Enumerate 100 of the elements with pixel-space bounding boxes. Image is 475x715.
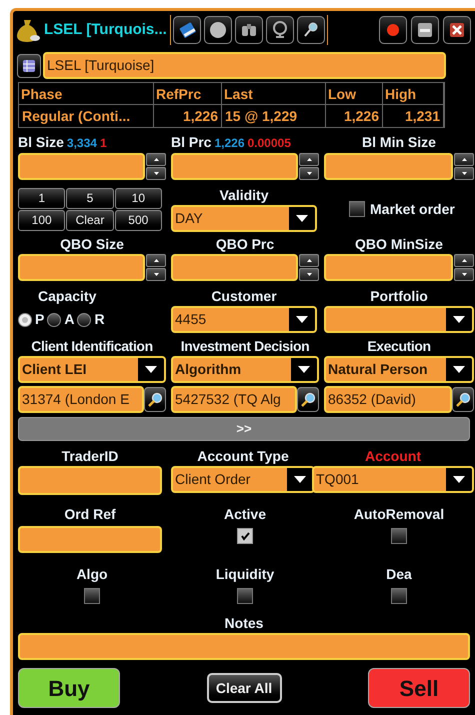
checkbox[interactable] xyxy=(349,201,365,217)
table-cell: 1,226 xyxy=(154,105,222,127)
field-label: Dea xyxy=(386,565,412,583)
radio-button[interactable]: R xyxy=(77,309,105,330)
down-arrow-icon xyxy=(462,273,466,276)
toolbar-button[interactable] xyxy=(296,16,325,44)
dropdown[interactable] xyxy=(324,306,474,333)
minimize-button[interactable] xyxy=(411,16,439,44)
spinner-up-button[interactable] xyxy=(146,153,166,166)
spinner-down-button[interactable] xyxy=(454,167,474,180)
instrument-button[interactable] xyxy=(17,54,41,78)
input-field[interactable] xyxy=(324,254,453,281)
size-button[interactable]: 500 xyxy=(114,210,162,230)
caret-icon xyxy=(294,476,306,483)
input-field[interactable] xyxy=(171,254,298,281)
up-arrow-icon xyxy=(462,259,466,262)
up-arrow-icon xyxy=(306,158,312,161)
clear-all-button[interactable]: Clear All xyxy=(206,673,282,703)
field-label: Notes xyxy=(224,614,264,632)
checkbox[interactable] xyxy=(391,588,407,604)
caret-icon xyxy=(296,215,308,222)
column-header: RefPrc xyxy=(154,83,222,105)
dropdown[interactable]: DAY xyxy=(171,205,317,232)
dropdown[interactable]: Client LEI xyxy=(18,356,166,383)
spinner-up-button[interactable] xyxy=(454,254,474,267)
spinner-down-button[interactable] xyxy=(299,167,319,180)
size-button[interactable]: 5 xyxy=(66,188,114,208)
spinner-down-button[interactable] xyxy=(146,268,166,281)
toolbar-button[interactable] xyxy=(172,16,201,44)
size-button[interactable]: 10 xyxy=(114,188,162,208)
spinner-up-button[interactable] xyxy=(454,153,474,166)
book-icon xyxy=(176,20,197,40)
checkbox[interactable] xyxy=(391,528,407,544)
radio-button[interactable]: P xyxy=(18,309,44,330)
up-arrow-icon xyxy=(306,259,312,262)
input-field[interactable] xyxy=(18,254,145,281)
spinner-down-button[interactable] xyxy=(146,167,166,180)
field-label: AutoRemoval xyxy=(354,505,444,523)
dropdown[interactable]: Client Order xyxy=(171,466,315,493)
spinner-up-button[interactable] xyxy=(299,254,319,267)
buy-button[interactable]: Buy xyxy=(18,668,120,708)
info-value: 0.00005 xyxy=(248,135,291,152)
field-label: QBO Prc xyxy=(214,235,276,253)
input-field[interactable] xyxy=(18,633,470,660)
column-header: High xyxy=(383,83,444,105)
search-icon xyxy=(300,392,316,408)
toolbar-button[interactable] xyxy=(266,16,294,44)
record-button[interactable] xyxy=(379,16,407,44)
input-field[interactable]: 31374 (London E xyxy=(18,386,144,413)
caret-icon xyxy=(453,316,465,323)
size-button[interactable]: 100 xyxy=(18,210,66,230)
dropdown[interactable]: 4455 xyxy=(171,306,317,333)
field-label: Portfolio xyxy=(369,287,429,305)
field-label: QBO Size xyxy=(59,235,125,253)
dropdown[interactable]: Algorithm xyxy=(171,356,319,383)
info-value: 1 xyxy=(100,135,107,152)
up-arrow-icon xyxy=(154,158,158,161)
spinner-up-button[interactable] xyxy=(146,254,166,267)
column-header: Last xyxy=(222,83,326,105)
input-field[interactable]: 86352 (David) xyxy=(324,386,452,413)
spinner-down-button[interactable] xyxy=(454,268,474,281)
toolbar-button[interactable] xyxy=(234,16,263,44)
radio-button[interactable]: A xyxy=(47,309,74,330)
checkbox[interactable] xyxy=(237,528,253,544)
down-arrow-icon xyxy=(306,273,312,276)
window-title: LSEL [Turquois... xyxy=(44,20,167,40)
input-field[interactable] xyxy=(324,153,453,180)
dropdown[interactable]: Natural Person xyxy=(324,356,474,383)
search-button[interactable] xyxy=(144,387,166,412)
input-field[interactable] xyxy=(18,466,162,495)
spinner-up-button[interactable] xyxy=(299,153,319,166)
close-icon xyxy=(447,20,467,40)
expand-button[interactable]: >> xyxy=(18,417,470,441)
money-bag-icon xyxy=(15,17,41,43)
search-button[interactable] xyxy=(297,387,319,412)
sell-button[interactable]: Sell xyxy=(368,668,470,708)
toolbar-button[interactable] xyxy=(204,16,232,44)
caret-icon xyxy=(298,366,310,373)
down-arrow-icon xyxy=(154,172,158,175)
database-icon xyxy=(21,58,37,74)
instrument-field[interactable]: LSEL [Turquoise] xyxy=(43,52,446,79)
size-button[interactable]: Clear xyxy=(66,210,114,230)
spinner-down-button[interactable] xyxy=(299,268,319,281)
table-cell: Regular (Conti... xyxy=(19,105,154,127)
input-field[interactable]: 5427532 (TQ Alg xyxy=(171,386,297,413)
field-label: TraderID xyxy=(60,447,120,465)
checkbox[interactable] xyxy=(84,588,100,604)
minimize-icon xyxy=(415,20,435,40)
checkbox[interactable] xyxy=(237,588,253,604)
size-button[interactable]: 1 xyxy=(18,188,66,208)
close-button[interactable] xyxy=(443,16,471,44)
input-field[interactable] xyxy=(171,153,298,180)
input-field[interactable] xyxy=(18,526,162,553)
table-cell: 1,226 xyxy=(326,105,383,127)
search-button[interactable] xyxy=(452,387,474,412)
up-arrow-icon xyxy=(154,259,158,262)
caret-icon xyxy=(453,476,465,483)
caret-icon xyxy=(296,316,308,323)
dropdown[interactable]: TQ001 xyxy=(312,466,474,493)
input-field[interactable] xyxy=(18,153,145,180)
